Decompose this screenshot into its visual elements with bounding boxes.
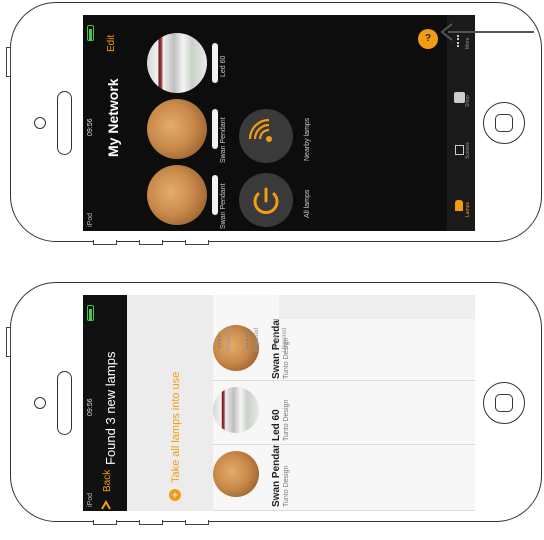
lamp-thumb-swan-pendant[interactable] [147, 99, 207, 159]
annotation-arrow-icon [440, 23, 453, 41]
side-button [139, 240, 163, 245]
page-title: Found 3 new lamps [103, 351, 118, 465]
status-time: 09:56 [87, 118, 94, 136]
list-item[interactable]: Swan Pendant Tunto Design [213, 311, 475, 381]
rating-column [213, 295, 279, 319]
status-time: 09:56 [87, 398, 94, 416]
tab-shop-icon[interactable] [454, 92, 465, 103]
home-button[interactable] [483, 382, 525, 424]
lamp-rating: ●●●●○ [217, 330, 223, 349]
volume-button [6, 327, 11, 357]
tab-more[interactable]: More [465, 38, 471, 49]
list-item[interactable]: Swan Pendant Tunto Design [213, 439, 475, 511]
battery-icon [87, 305, 94, 321]
all-lamps-button[interactable] [239, 173, 293, 227]
brightness-slider[interactable] [212, 43, 218, 83]
lamp-rating: ●●●●○ [273, 330, 279, 349]
brightness-slider[interactable] [212, 109, 218, 149]
lamp-status: Unpaired [282, 327, 288, 352]
list-item[interactable]: Led 60 Tunto Design [213, 381, 475, 445]
lamp-status: Unpaired [254, 327, 260, 352]
lamp-thumb-led-60[interactable] [147, 33, 207, 93]
edit-button[interactable]: Edit [106, 35, 117, 52]
side-button [93, 520, 117, 525]
lamp-status: Unpaired [226, 327, 232, 352]
take-all-banner[interactable]: + Take all lamps into use [127, 295, 213, 511]
lamp-maker: Tunto Design [283, 465, 290, 507]
tab-shop[interactable]: Shop [465, 95, 471, 107]
lamp-rating: ●●●●● [245, 330, 251, 349]
home-square-icon [495, 114, 513, 132]
speaker-slot [57, 91, 72, 155]
status-carrier: iPod [87, 492, 94, 507]
battery-icon [87, 25, 94, 41]
lamp-label: Led 60 [220, 55, 227, 77]
annotation-arrow-line [448, 31, 534, 33]
power-icon [253, 187, 279, 214]
lamp-name: Swan Pendant [271, 438, 282, 507]
lamp-thumb-led-60 [213, 387, 259, 433]
home-button[interactable] [483, 102, 525, 144]
side-button [185, 240, 209, 245]
back-button[interactable]: Back [102, 470, 113, 492]
home-square-icon [495, 394, 513, 412]
nearby-lamps-label: Nearby lamps [304, 117, 311, 161]
side-button [93, 240, 117, 245]
lamp-label: Swan Pendant [220, 117, 227, 163]
network-screen: iPod 09:56 My Network Edit Swan Pendant … [83, 15, 475, 231]
nearby-icon [248, 118, 272, 142]
nearby-lamps-button[interactable] [239, 109, 293, 163]
status-carrier: iPod [87, 212, 94, 227]
page-title: My Network [105, 78, 121, 157]
speaker-slot [57, 371, 72, 435]
add-icon: + [169, 489, 181, 501]
tab-scenes[interactable]: Scenes [465, 142, 471, 159]
volume-button [6, 47, 11, 77]
tab-lamps-icon[interactable] [455, 200, 463, 211]
help-badge[interactable]: ? [418, 29, 438, 49]
back-chevron-icon[interactable] [101, 497, 111, 510]
lamp-thumb-swan-pendant [213, 451, 259, 497]
lamp-thumb-swan-pendant[interactable] [147, 165, 207, 225]
all-lamps-label: All lamps [304, 189, 311, 218]
phone-frame-bottom: iPod 09:56 Back Found 3 new lamps + Take… [6, 282, 542, 525]
phone-frame-top: iPod 09:56 My Network Edit Swan Pendant … [6, 2, 542, 245]
tab-bar: Lamps Scenes Shop More [447, 15, 475, 231]
found-lamps-screen: iPod 09:56 Back Found 3 new lamps + Take… [83, 295, 475, 511]
tab-scenes-icon[interactable] [455, 145, 464, 155]
brightness-slider[interactable] [212, 175, 218, 215]
lamp-name: Led 60 [271, 409, 282, 441]
front-camera [34, 397, 46, 409]
side-button [139, 520, 163, 525]
lamp-label: Swan Pendant [220, 183, 227, 229]
take-all-label: Take all lamps into use [170, 371, 182, 483]
side-button [185, 520, 209, 525]
front-camera [34, 117, 46, 129]
lamp-maker: Tunto Design [283, 399, 290, 441]
tab-lamps[interactable]: Lamps [465, 202, 471, 217]
